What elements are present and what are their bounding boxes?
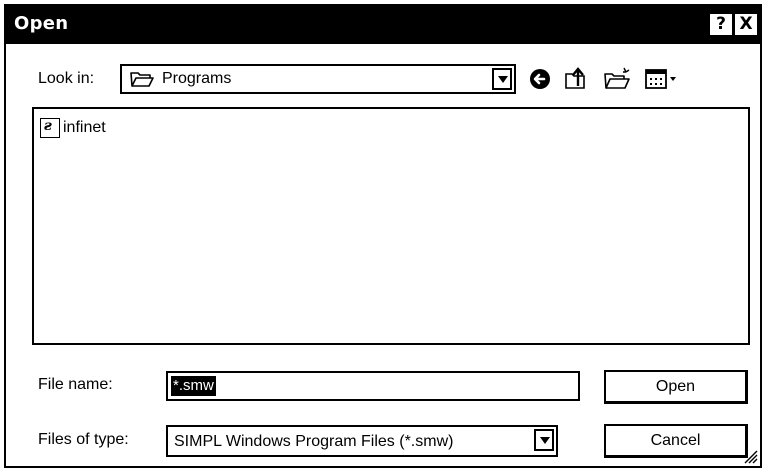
file-name: infinet [63,119,106,136]
look-in-label: Look in: [38,70,95,87]
chevron-down-icon[interactable] [492,68,512,90]
file-list[interactable]: ƨ infinet [32,107,750,345]
view-menu-icon[interactable] [643,64,683,94]
up-folder-icon[interactable] [562,64,592,94]
dialog-title: Open [14,13,69,34]
file-name-input[interactable]: *.smw [166,371,580,401]
new-folder-icon[interactable] [602,64,632,94]
back-arrow-icon[interactable] [525,64,555,94]
cancel-button[interactable]: Cancel [604,424,748,458]
chevron-down-icon[interactable] [534,429,554,451]
file-name-label: File name: [38,376,113,393]
file-type-label: Files of type: [38,431,129,448]
program-file-icon: ƨ [40,118,60,138]
look-in-dropdown[interactable]: Programs [120,64,516,94]
open-dialog: Open ? X Look in: Programs ƨ infinet Fil… [4,4,762,468]
folder-icon [130,72,154,87]
help-button[interactable]: ? [710,14,732,35]
look-in-value: Programs [162,70,232,87]
resize-grip-icon[interactable] [742,448,758,464]
file-name-value: *.smw [171,376,216,396]
list-item[interactable]: ƨ infinet [40,117,106,139]
file-type-value: SIMPL Windows Program Files (*.smw) [174,433,454,450]
open-button[interactable]: Open [604,370,748,404]
title-bar[interactable]: Open ? X [6,6,760,44]
close-button[interactable]: X [735,14,757,35]
file-type-dropdown[interactable]: SIMPL Windows Program Files (*.smw) [166,425,558,457]
